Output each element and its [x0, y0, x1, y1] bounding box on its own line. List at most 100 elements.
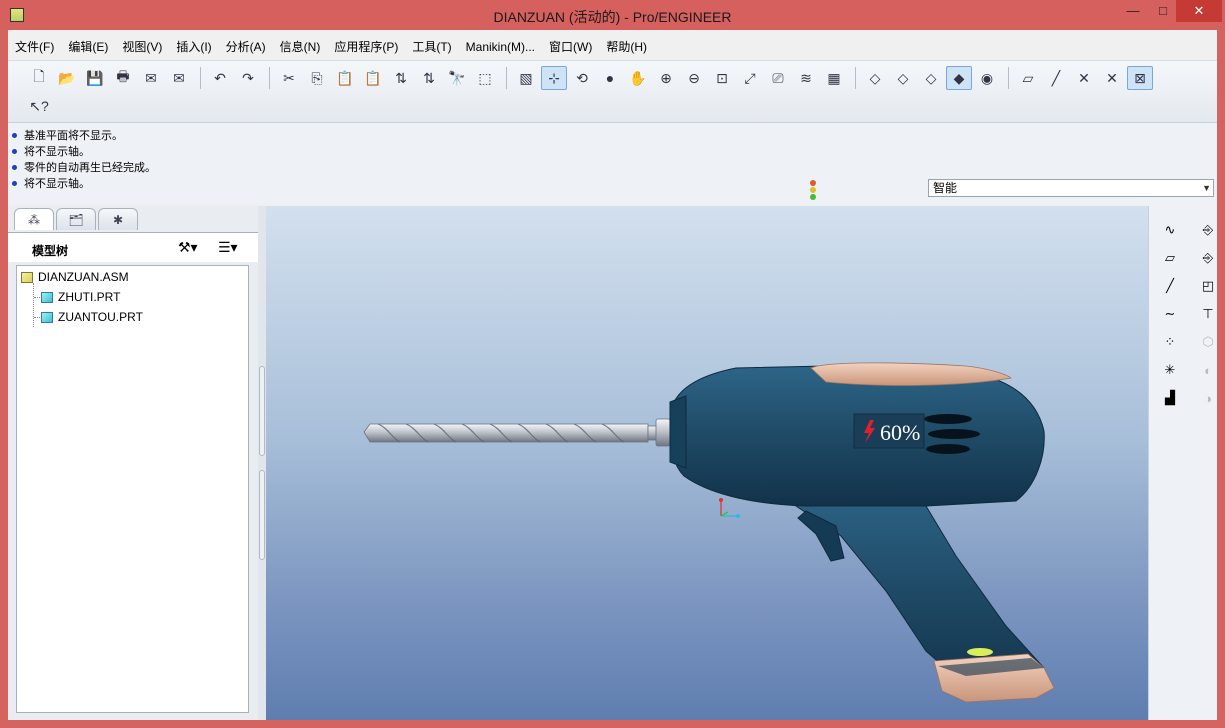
- model-tree-tab-icon[interactable]: ⁂: [14, 208, 54, 230]
- datum-curve-icon[interactable]: ∼: [1159, 304, 1181, 324]
- tree-item-label: ZHUTI.PRT: [58, 290, 121, 304]
- bullet-icon: [12, 180, 17, 186]
- datum-plane-icon[interactable]: ▱: [1159, 248, 1181, 268]
- find-icon[interactable]: 🔭: [444, 66, 470, 90]
- bullet-icon: [12, 132, 17, 138]
- assemble-component-icon[interactable]: ⎆: [1197, 220, 1219, 240]
- datum-plane-display-icon[interactable]: ▱: [1015, 66, 1041, 90]
- folder-browser-tab-icon[interactable]: 🗂: [56, 208, 96, 230]
- part-icon: [41, 311, 53, 323]
- create-component-icon[interactable]: ⎆: [1197, 248, 1219, 268]
- paste-icon[interactable]: 📋: [332, 66, 358, 90]
- no-hidden-icon[interactable]: ◇: [918, 66, 944, 90]
- bullet-icon: [12, 164, 17, 170]
- spin-center-icon[interactable]: ⊹: [541, 66, 567, 90]
- dropdown-arrow-icon[interactable]: ▼: [1202, 180, 1211, 196]
- menu-item[interactable]: Manikin(M)...: [459, 36, 542, 58]
- drill-bit[interactable]: [363, 418, 671, 447]
- layers-icon[interactable]: ≋: [793, 66, 819, 90]
- zoom-out-icon[interactable]: ⊖: [681, 66, 707, 90]
- tree-item-asm[interactable]: DIANZUAN.ASM: [21, 268, 129, 286]
- panel-splitter[interactable]: [258, 206, 266, 720]
- datum-axis-icon[interactable]: ╱: [1159, 276, 1181, 296]
- redraw-icon[interactable]: ▧: [513, 66, 539, 90]
- package-component-icon[interactable]: ◰: [1197, 276, 1219, 296]
- datum-axis-display-icon[interactable]: ╱: [1043, 66, 1069, 90]
- shape-icon[interactable]: ⊤: [1197, 304, 1219, 324]
- csys-icon[interactable]: ✳: [1159, 360, 1181, 380]
- datum-point-icon[interactable]: ⁘: [1159, 332, 1181, 352]
- splitter-grip[interactable]: [259, 366, 265, 456]
- tree-show-icon[interactable]: ☰▾: [218, 239, 238, 256]
- drill-body[interactable]: 60%: [669, 362, 1055, 703]
- title-bar[interactable]: DIANZUAN (活动的) - Pro/ENGINEER — □ ✕: [0, 0, 1225, 30]
- annotation-display-icon[interactable]: ⊠: [1127, 66, 1153, 90]
- analysis-feature-icon[interactable]: ▟: [1159, 388, 1181, 408]
- selection-filter-select[interactable]: 智能 ▼: [928, 179, 1214, 197]
- csys-display-icon[interactable]: ✕: [1099, 66, 1125, 90]
- menu-item[interactable]: 编辑(E): [61, 36, 115, 58]
- minimize-button[interactable]: —: [1118, 0, 1148, 22]
- cut-icon[interactable]: ✂: [276, 66, 302, 90]
- menu-item[interactable]: 帮助(H): [599, 36, 654, 58]
- menu-item[interactable]: 分析(A): [219, 36, 273, 58]
- saved-views-icon[interactable]: ⎚: [765, 66, 791, 90]
- traffic-light-icon: [808, 179, 818, 201]
- menu-item[interactable]: 视图(V): [115, 36, 169, 58]
- drill-model[interactable]: 60%: [266, 206, 1148, 720]
- menu-item[interactable]: 应用程序(P): [327, 36, 405, 58]
- favorites-tab-icon[interactable]: ✱: [98, 208, 138, 230]
- regenerate-icon[interactable]: ⇅: [388, 66, 414, 90]
- wireframe-icon[interactable]: ◇: [862, 66, 888, 90]
- sketch-icon[interactable]: ∿: [1159, 220, 1181, 240]
- tree-settings-icon[interactable]: ⚒▾: [178, 239, 198, 256]
- orient-icon[interactable]: ⟲: [569, 66, 595, 90]
- context-help-icon[interactable]: ↖?: [26, 94, 52, 118]
- splitter-grip[interactable]: [259, 470, 265, 560]
- zoom-in-icon[interactable]: ⊕: [653, 66, 679, 90]
- model-tree-title: 模型树: [32, 244, 69, 258]
- graphics-viewport[interactable]: 60%: [266, 206, 1148, 720]
- extrude-icon[interactable]: ⬡: [1197, 332, 1219, 352]
- email-icon[interactable]: ✉: [138, 66, 164, 90]
- open-icon[interactable]: 📂: [54, 66, 80, 90]
- toolbar-row-2: ↖?: [26, 92, 54, 120]
- reorient-icon[interactable]: ⤢: [737, 66, 763, 90]
- save-icon[interactable]: 💾: [82, 66, 108, 90]
- refit-icon[interactable]: ⊡: [709, 66, 735, 90]
- tree-item-prt[interactable]: ZUANTOU.PRT: [41, 308, 143, 326]
- close-button[interactable]: ✕: [1176, 0, 1222, 22]
- revolve-icon[interactable]: ◐: [1197, 360, 1219, 380]
- message-text: 将不显示轴。: [24, 146, 90, 158]
- print-icon[interactable]: 🖶: [110, 66, 136, 90]
- assembly-icon: [21, 271, 33, 283]
- paste-special-icon[interactable]: 📋: [360, 66, 386, 90]
- coordinate-triad-icon: [719, 498, 740, 518]
- select-box-icon[interactable]: ⬚: [472, 66, 498, 90]
- sweep-icon[interactable]: ◑: [1197, 388, 1219, 408]
- menu-item[interactable]: 文件(F): [8, 36, 61, 58]
- datum-point-display-icon[interactable]: ✕: [1071, 66, 1097, 90]
- hidden-line-icon[interactable]: ◇: [890, 66, 916, 90]
- shading-icon[interactable]: ◆: [946, 66, 972, 90]
- new-icon[interactable]: 🗋: [26, 66, 52, 90]
- pan-hand-icon[interactable]: ✋: [625, 66, 651, 90]
- client-area: 文件(F) 编辑(E) 视图(V) 插入(I) 分析(A) 信息(N) 应用程序(P) 工具(…: [8, 30, 1217, 720]
- enhanced-realism-icon[interactable]: ◉: [974, 66, 1000, 90]
- appearance-icon[interactable]: ●: [597, 66, 623, 90]
- email-link-icon[interactable]: ✉: [166, 66, 192, 90]
- maximize-button[interactable]: □: [1148, 0, 1178, 22]
- message-line: 基准平面将不显示。: [12, 127, 123, 143]
- view-manager-icon[interactable]: ▦: [821, 66, 847, 90]
- toolbar-separator: [1008, 67, 1009, 89]
- menu-item[interactable]: 信息(N): [273, 36, 328, 58]
- copy-icon[interactable]: ⎘: [304, 66, 330, 90]
- menu-item[interactable]: 窗口(W): [542, 36, 599, 58]
- tree-item-prt[interactable]: ZHUTI.PRT: [41, 288, 120, 306]
- menu-item[interactable]: 工具(T): [405, 36, 458, 58]
- regen-manager-icon[interactable]: ⇅: [416, 66, 442, 90]
- redo-icon[interactable]: ↷: [235, 66, 261, 90]
- message-line: 将不显示轴。: [12, 175, 90, 191]
- undo-icon[interactable]: ↶: [207, 66, 233, 90]
- menu-item[interactable]: 插入(I): [169, 36, 218, 58]
